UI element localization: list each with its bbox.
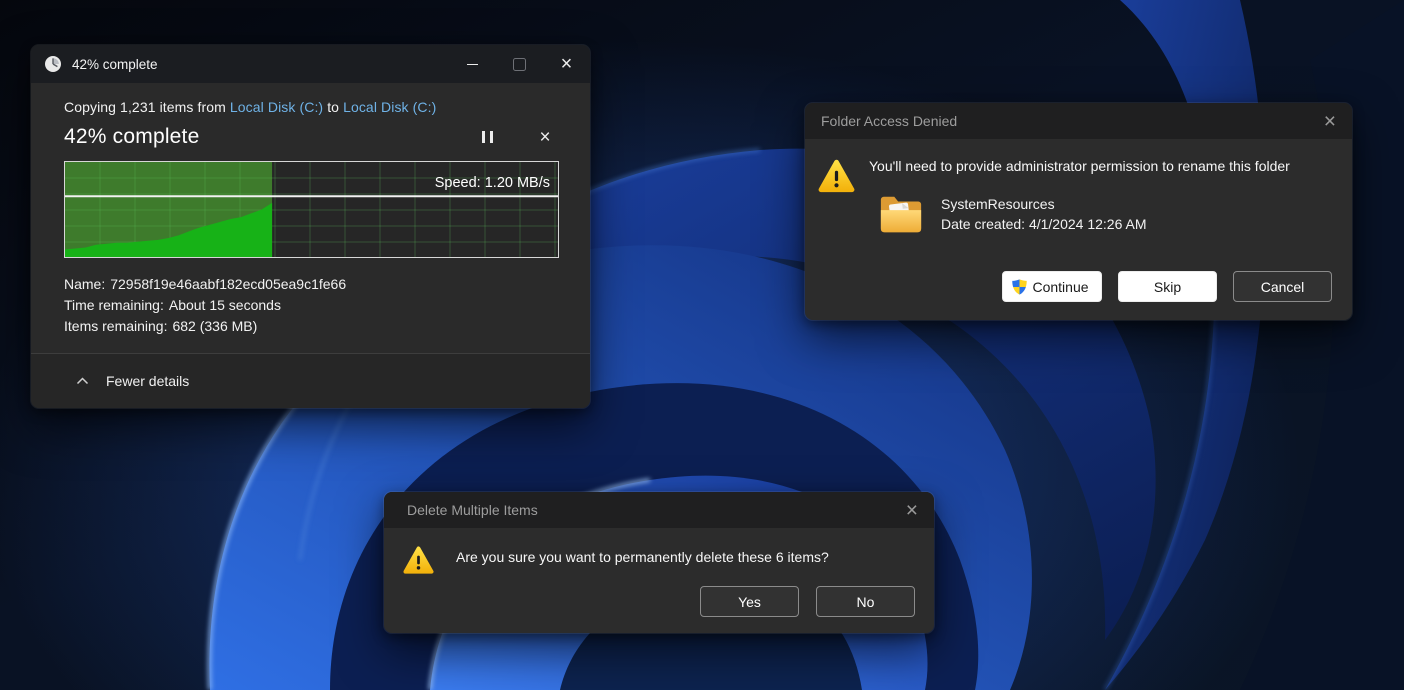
detail-label: Items remaining: <box>64 318 167 334</box>
warning-icon <box>818 158 855 195</box>
titlebar[interactable]: Delete Multiple Items × <box>384 492 934 528</box>
no-button[interactable]: No <box>816 586 915 617</box>
dialog-title: Delete Multiple Items <box>407 502 538 518</box>
no-label: No <box>857 594 875 610</box>
window-title: 42% complete <box>72 57 158 72</box>
copy-status-line: Copying 1,231 items from Local Disk (C:)… <box>64 99 557 115</box>
close-icon: × <box>906 500 918 521</box>
skip-button[interactable]: Skip <box>1118 271 1217 302</box>
speed-chart: Speed: 1.20 MB/s <box>64 161 559 258</box>
yes-label: Yes <box>738 594 761 610</box>
desktop: { "icons": { "close_glyph": "×", "titleb… <box>0 0 1404 690</box>
maximize-button[interactable] <box>496 45 543 83</box>
pause-button[interactable] <box>475 125 499 149</box>
yes-button[interactable]: Yes <box>700 586 799 617</box>
detail-row: Name: 72958f19e46aabf182ecd05ea9c1fe66 <box>64 274 557 295</box>
detail-label: Name: <box>64 276 105 292</box>
detail-value: 682 (336 MB) <box>172 318 257 334</box>
details-toggle[interactable]: Fewer details <box>31 353 590 408</box>
cancel-copy-button[interactable]: × <box>533 125 557 149</box>
titlebar[interactable]: Folder Access Denied × <box>805 103 1352 139</box>
uac-shield-icon <box>1011 278 1028 296</box>
folder-date-created: Date created: 4/1/2024 12:26 AM <box>941 214 1146 234</box>
cancel-icon: × <box>539 128 550 147</box>
close-button[interactable]: × <box>543 45 590 83</box>
speed-label: Speed: 1.20 MB/s <box>435 175 550 191</box>
close-button[interactable]: × <box>1324 111 1336 132</box>
continue-label: Continue <box>1032 279 1088 295</box>
folder-name: SystemResources <box>941 194 1146 214</box>
detail-value: 72958f19e46aabf182ecd05ea9c1fe66 <box>110 276 346 292</box>
detail-value: About 15 seconds <box>169 297 281 313</box>
folder-icon <box>878 192 924 236</box>
file-operation-clock-icon <box>44 55 62 73</box>
detail-label: Time remaining: <box>64 297 164 313</box>
close-button[interactable]: × <box>906 500 918 521</box>
skip-label: Skip <box>1154 279 1181 295</box>
cancel-button[interactable]: Cancel <box>1233 271 1332 302</box>
folder-row: SystemResources Date created: 4/1/2024 1… <box>878 192 1290 236</box>
minimize-button[interactable] <box>449 45 496 83</box>
warning-icon <box>403 545 434 576</box>
chevron-up-icon <box>76 377 89 385</box>
detail-row: Time remaining: About 15 seconds <box>64 295 557 316</box>
copy-line-middle: to <box>323 99 343 115</box>
details-toggle-label: Fewer details <box>106 373 189 389</box>
folder-access-denied-dialog: Folder Access Denied × You'll need to pr… <box>805 103 1352 320</box>
copy-line-prefix: Copying 1,231 items from <box>64 99 230 115</box>
pause-icon <box>482 131 493 143</box>
copy-progress-window: 42% complete × Copying 1,231 items from … <box>31 45 590 408</box>
titlebar[interactable]: 42% complete × <box>31 45 590 83</box>
dialog-message: You'll need to provide administrator per… <box>869 158 1290 174</box>
continue-button[interactable]: Continue <box>1002 271 1102 302</box>
close-icon: × <box>1324 111 1336 132</box>
progress-heading: 42% complete <box>64 125 199 149</box>
dialog-message: Are you sure you want to permanently del… <box>456 549 829 565</box>
dialog-title: Folder Access Denied <box>821 113 957 129</box>
minimize-icon <box>467 64 478 65</box>
close-icon: × <box>561 54 573 74</box>
source-link[interactable]: Local Disk (C:) <box>230 99 323 115</box>
maximize-icon <box>513 58 526 71</box>
cancel-label: Cancel <box>1261 279 1305 295</box>
delete-confirm-dialog: Delete Multiple Items × Are you sure you… <box>384 492 934 633</box>
transfer-details: Name: 72958f19e46aabf182ecd05ea9c1fe66 Ti… <box>64 274 557 337</box>
destination-link[interactable]: Local Disk (C:) <box>343 99 436 115</box>
detail-row: Items remaining: 682 (336 MB) <box>64 316 557 337</box>
